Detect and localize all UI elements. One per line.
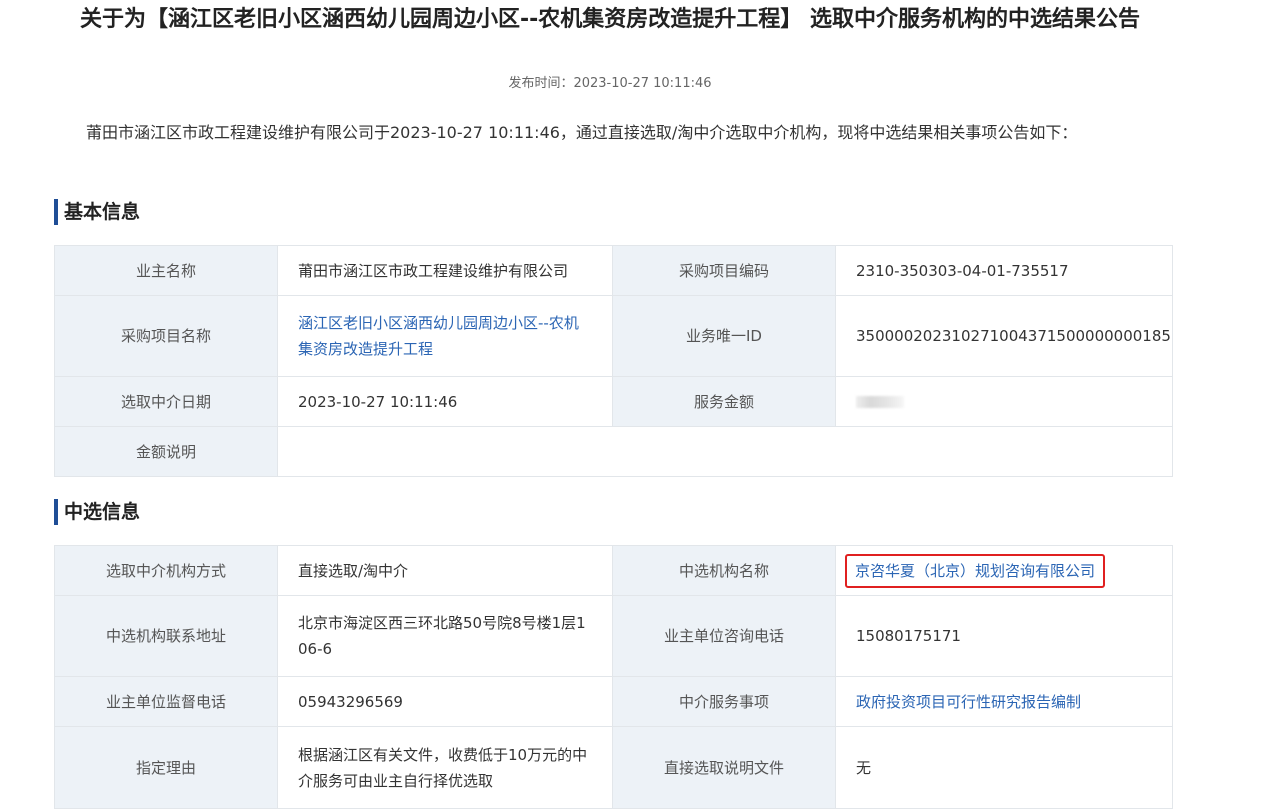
business-id-value: 350000202310271004371500000000185	[835, 295, 1173, 377]
table-row: 指定理由 根据涵江区有关文件，收费低于10万元的中介服务可由业主自行择优选取 直…	[54, 726, 1173, 809]
service-amount-label: 服务金额	[612, 376, 836, 427]
reason-label: 指定理由	[54, 726, 278, 809]
service-amount-cell	[835, 376, 1173, 427]
project-name-label: 采购项目名称	[54, 295, 278, 377]
table-row: 选取中介机构方式 直接选取/淘中介 中选机构名称 京咨华夏（北京）规划咨询有限公…	[54, 545, 1173, 596]
method-label: 选取中介机构方式	[54, 545, 278, 596]
amount-note-label: 金额说明	[54, 426, 278, 477]
business-id-label: 业务唯一ID	[612, 295, 836, 377]
table-row: 采购项目名称 涵江区老旧小区涵西幼儿园周边小区--农机集资房改造提升工程 业务唯…	[54, 295, 1173, 377]
address-value: 北京市海淀区西三环北路50号院8号楼1层106-6	[277, 595, 613, 677]
project-name-link[interactable]: 涵江区老旧小区涵西幼儿园周边小区--农机集资房改造提升工程	[298, 314, 579, 358]
supervise-phone-value: 05943296569	[277, 676, 613, 727]
direct-doc-value: 无	[835, 726, 1173, 809]
org-name-label: 中选机构名称	[612, 545, 836, 596]
project-code-label: 采购项目编码	[612, 245, 836, 296]
consult-phone-value: 15080175171	[835, 595, 1173, 677]
direct-doc-label: 直接选取说明文件	[612, 726, 836, 809]
owner-value: 莆田市涵江区市政工程建设维护有限公司	[277, 245, 613, 296]
section-basic-info: 基本信息	[54, 199, 140, 225]
table-row: 中选机构联系地址 北京市海淀区西三环北路50号院8号楼1层106-6 业主单位咨…	[54, 595, 1173, 677]
org-name-highlight: 京咨华夏（北京）规划咨询有限公司	[845, 553, 1106, 588]
section-selected-info: 中选信息	[54, 499, 140, 525]
supervise-phone-label: 业主单位监督电话	[54, 676, 278, 727]
org-name-link[interactable]: 京咨华夏（北京）规划咨询有限公司	[855, 562, 1095, 580]
table-row: 金额说明	[54, 426, 1173, 477]
basic-info-table: 业主名称 莆田市涵江区市政工程建设维护有限公司 采购项目编码 2310-3503…	[54, 245, 1173, 477]
method-value: 直接选取/淘中介	[277, 545, 613, 596]
publish-time: 发布时间：2023-10-27 10:11:46	[508, 76, 712, 91]
address-text: 北京市海淀区西三环北路50号院8号楼1层106-6	[298, 614, 586, 658]
service-item-link[interactable]: 政府投资项目可行性研究报告编制	[856, 693, 1081, 711]
owner-label: 业主名称	[54, 245, 278, 296]
select-date-value: 2023-10-27 10:11:46	[277, 376, 613, 427]
amount-note-value	[277, 426, 1173, 477]
org-name-cell: 京咨华夏（北京）规划咨询有限公司	[835, 545, 1173, 596]
service-item-label: 中介服务事项	[612, 676, 836, 727]
service-amount-redacted	[856, 396, 904, 408]
notice-intro: 莆田市涵江区市政工程建设维护有限公司于2023-10-27 10:11:46，通…	[86, 123, 1078, 142]
reason-value: 根据涵江区有关文件，收费低于10万元的中介服务可由业主自行择优选取	[277, 726, 613, 809]
consult-phone-label: 业主单位咨询电话	[612, 595, 836, 677]
address-label: 中选机构联系地址	[54, 595, 278, 677]
select-date-label: 选取中介日期	[54, 376, 278, 427]
service-item-cell: 政府投资项目可行性研究报告编制	[835, 676, 1173, 727]
table-row: 业主名称 莆田市涵江区市政工程建设维护有限公司 采购项目编码 2310-3503…	[54, 245, 1173, 296]
project-name-cell: 涵江区老旧小区涵西幼儿园周边小区--农机集资房改造提升工程	[277, 295, 613, 377]
notice-title: 关于为【涵江区老旧小区涵西幼儿园周边小区--农机集资房改造提升工程】 选取中介服…	[80, 7, 1140, 32]
table-row: 业主单位监督电话 05943296569 中介服务事项 政府投资项目可行性研究报…	[54, 676, 1173, 727]
project-code-value: 2310-350303-04-01-735517	[835, 245, 1173, 296]
selected-info-table: 选取中介机构方式 直接选取/淘中介 中选机构名称 京咨华夏（北京）规划咨询有限公…	[54, 545, 1173, 809]
table-row: 选取中介日期 2023-10-27 10:11:46 服务金额	[54, 376, 1173, 427]
